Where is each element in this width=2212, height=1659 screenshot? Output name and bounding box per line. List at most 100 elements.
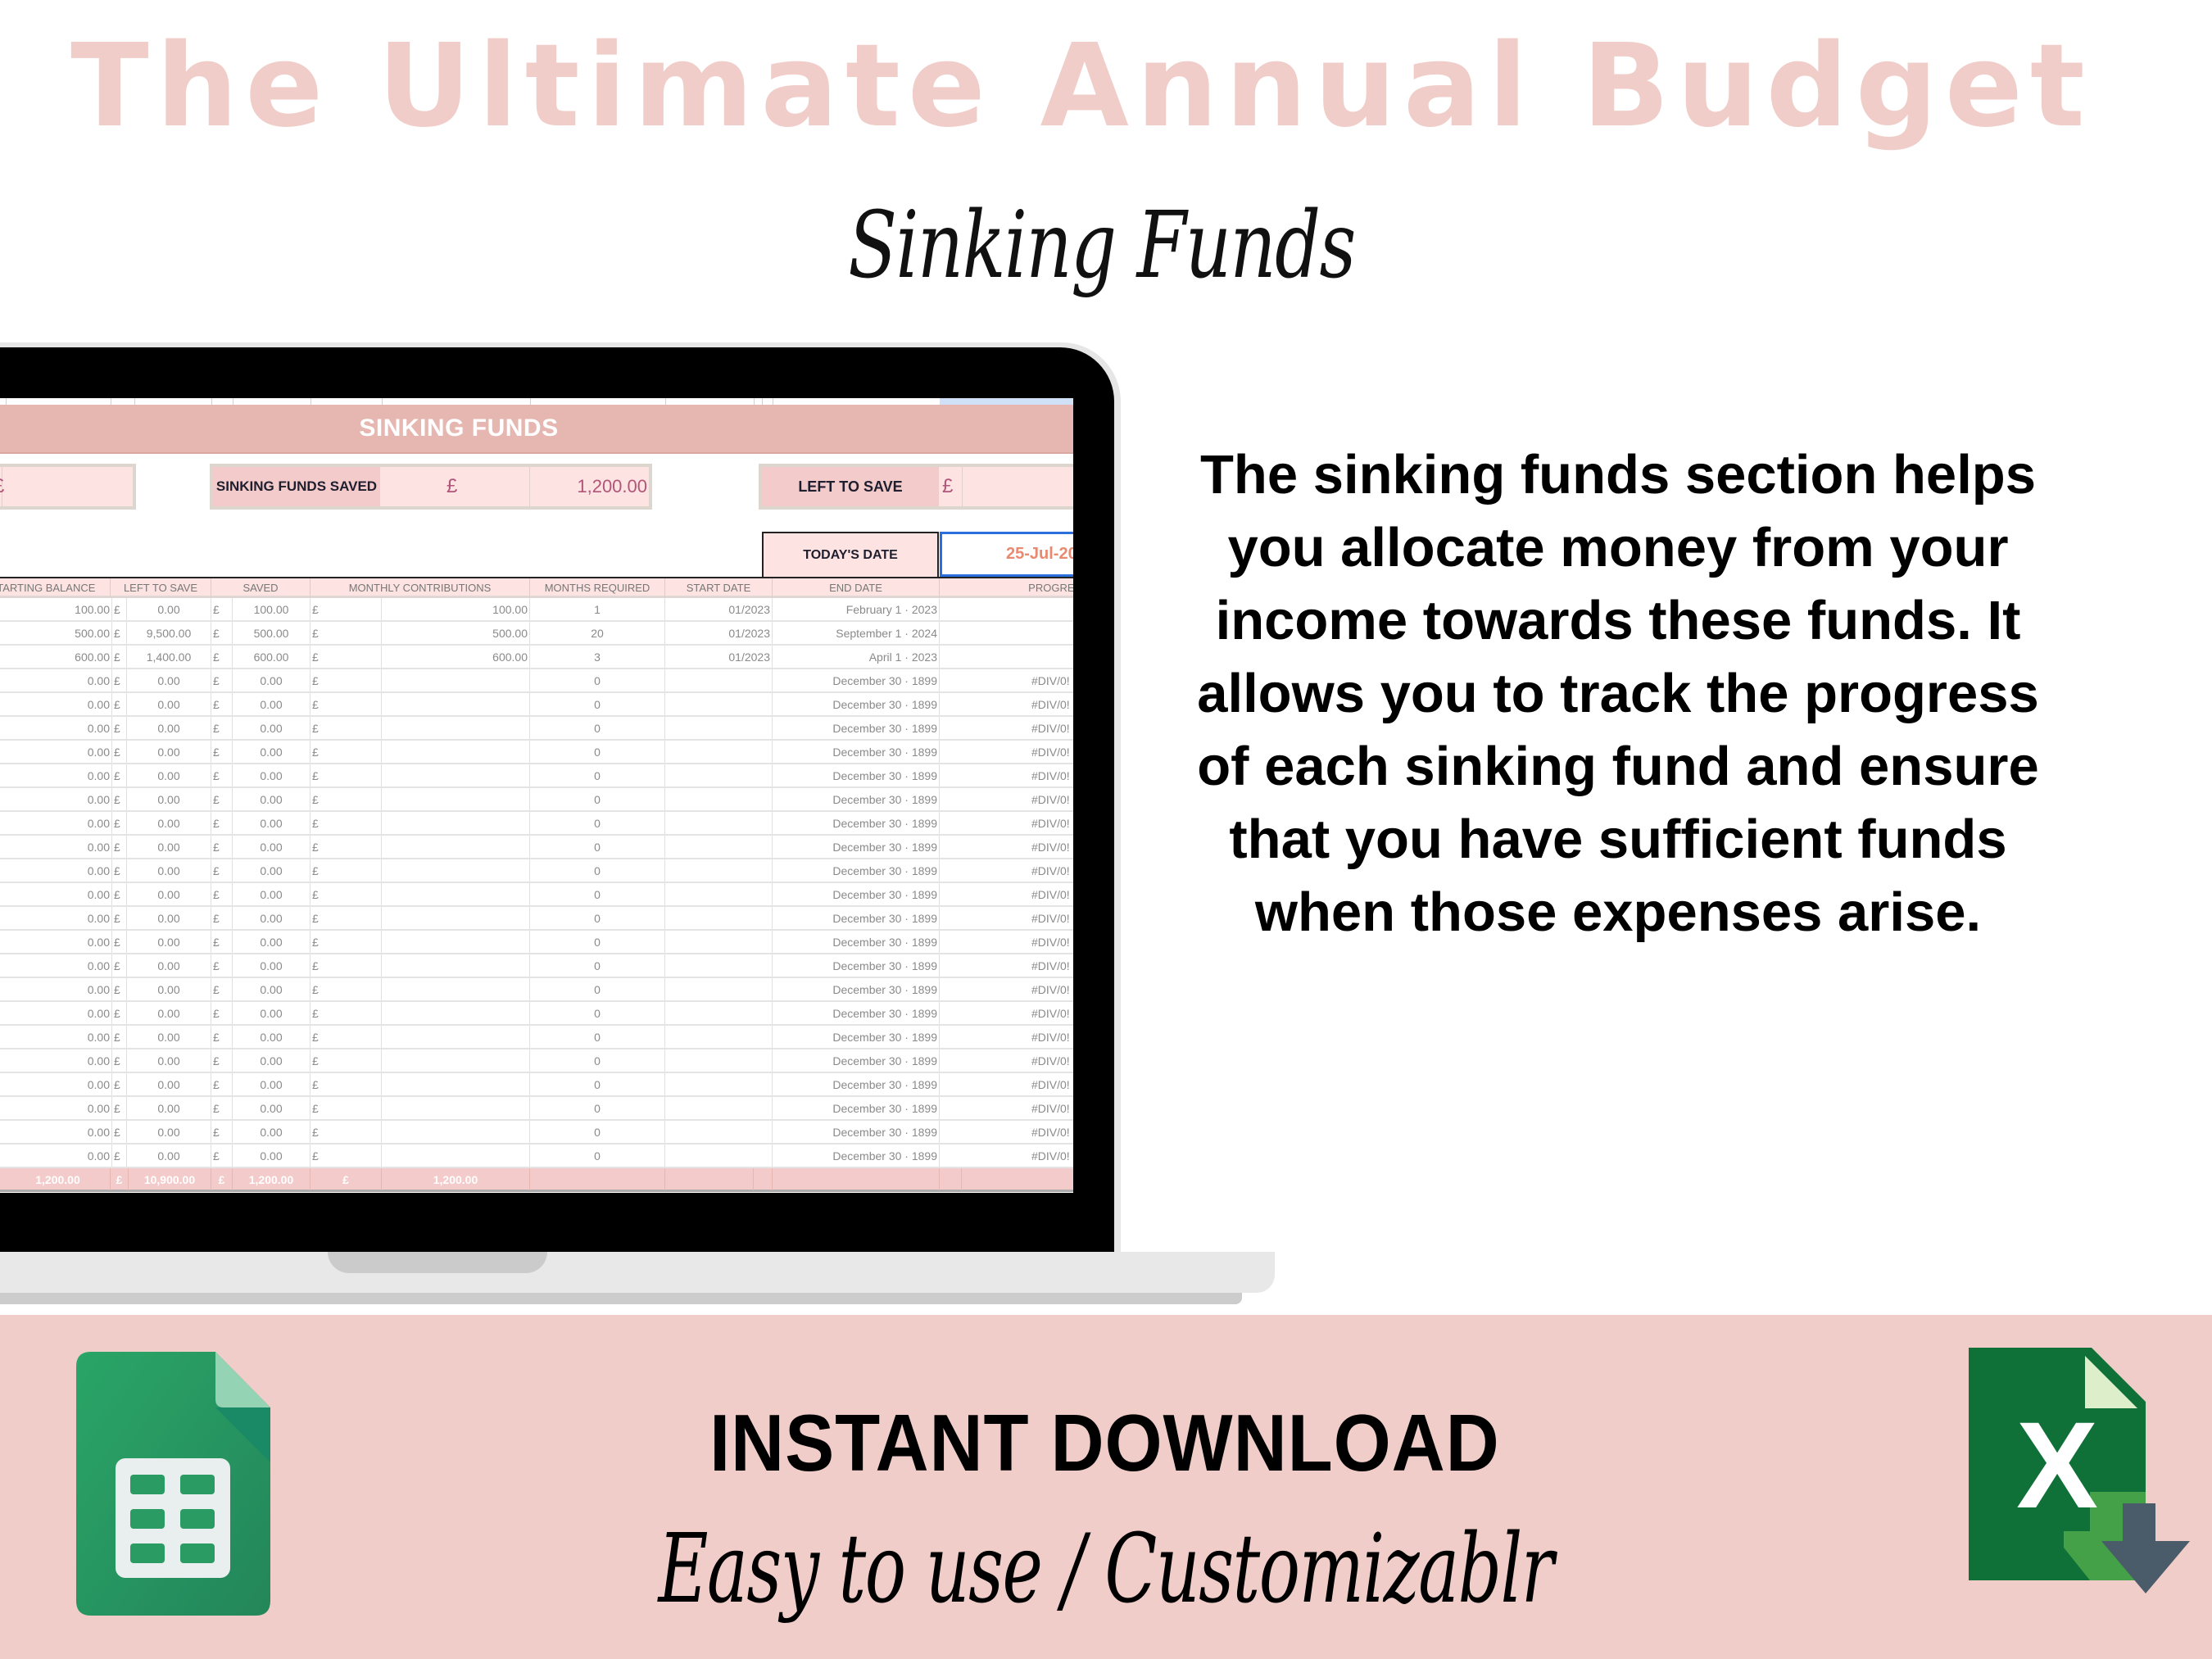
months-required-cell[interactable]: 0 bbox=[530, 883, 665, 905]
left-to-save-cell[interactable]: 0.00 bbox=[127, 907, 211, 929]
end-date-cell[interactable]: December 30 · 1899 bbox=[773, 859, 940, 882]
saved-cell[interactable]: 0.00 bbox=[233, 1073, 310, 1095]
starting-balance-cell[interactable]: 0.00 bbox=[0, 859, 112, 882]
months-required-cell[interactable]: 0 bbox=[530, 812, 665, 834]
saved-cell[interactable]: 0.00 bbox=[233, 859, 310, 882]
months-required-cell[interactable]: 0 bbox=[530, 931, 665, 953]
starting-balance-cell[interactable]: 0.00 bbox=[0, 1026, 112, 1048]
start-date-cell[interactable] bbox=[665, 1026, 773, 1048]
months-required-cell[interactable]: 0 bbox=[530, 693, 665, 715]
start-date-cell[interactable] bbox=[665, 1002, 773, 1024]
months-required-cell[interactable]: 0 bbox=[530, 741, 665, 763]
saved-cell[interactable]: 0.00 bbox=[233, 1145, 310, 1167]
starting-balance-cell[interactable]: 0.00 bbox=[0, 788, 112, 810]
left-to-save-cell[interactable]: 0.00 bbox=[127, 883, 211, 905]
starting-balance-cell[interactable]: 100.00 bbox=[0, 598, 112, 620]
start-date-cell[interactable] bbox=[665, 1121, 773, 1143]
months-required-cell[interactable]: 0 bbox=[530, 669, 665, 691]
start-date-cell[interactable] bbox=[665, 1073, 773, 1095]
left-to-save-cell[interactable]: 0.00 bbox=[127, 931, 211, 953]
starting-balance-cell[interactable]: 0.00 bbox=[0, 1145, 112, 1167]
left-to-save-cell[interactable]: 0.00 bbox=[127, 1097, 211, 1119]
monthly-contribution-cell[interactable]: 600.00 bbox=[382, 646, 530, 668]
monthly-contribution-cell[interactable] bbox=[382, 669, 530, 691]
left-to-save-cell[interactable]: 0.00 bbox=[127, 978, 211, 1000]
sinking-funds-saved-value[interactable]: 1,200.00 bbox=[533, 467, 647, 506]
starting-balance-cell[interactable]: 0.00 bbox=[0, 1073, 112, 1095]
progress-cell[interactable] bbox=[940, 646, 1073, 668]
saved-cell[interactable]: 0.00 bbox=[233, 907, 310, 929]
progress-cell[interactable]: #DIV/0! bbox=[940, 1121, 1073, 1143]
monthly-contribution-cell[interactable] bbox=[382, 1121, 530, 1143]
end-date-cell[interactable]: December 30 · 1899 bbox=[773, 1097, 940, 1119]
left-to-save-cell[interactable]: 0.00 bbox=[127, 1073, 211, 1095]
end-date-cell[interactable]: December 30 · 1899 bbox=[773, 717, 940, 739]
progress-cell[interactable]: #DIV/0! bbox=[940, 693, 1073, 715]
saved-cell[interactable]: 0.00 bbox=[233, 954, 310, 977]
end-date-cell[interactable]: December 30 · 1899 bbox=[773, 693, 940, 715]
left-to-save-cell[interactable]: 0.00 bbox=[127, 764, 211, 786]
monthly-contribution-cell[interactable]: 100.00 bbox=[382, 598, 530, 620]
end-date-cell[interactable]: December 30 · 1899 bbox=[773, 812, 940, 834]
end-date-cell[interactable]: September 1 · 2024 bbox=[773, 622, 940, 644]
end-date-cell[interactable]: December 30 · 1899 bbox=[773, 788, 940, 810]
left-to-save-cell[interactable]: 0.00 bbox=[127, 1049, 211, 1072]
end-date-cell[interactable]: December 30 · 1899 bbox=[773, 883, 940, 905]
months-required-cell[interactable]: 0 bbox=[530, 859, 665, 882]
progress-cell[interactable]: #DIV/0! bbox=[940, 883, 1073, 905]
saved-cell[interactable]: 0.00 bbox=[233, 741, 310, 763]
left-to-save-cell[interactable]: 0.00 bbox=[127, 1026, 211, 1048]
monthly-contribution-cell[interactable]: 500.00 bbox=[382, 622, 530, 644]
start-date-cell[interactable] bbox=[665, 954, 773, 977]
months-required-cell[interactable]: 0 bbox=[530, 1049, 665, 1072]
monthly-contribution-cell[interactable] bbox=[382, 764, 530, 786]
progress-cell[interactable]: #DIV/0! bbox=[940, 1026, 1073, 1048]
left-to-save-cell[interactable]: 0.00 bbox=[127, 954, 211, 977]
progress-cell[interactable]: #DIV/0! bbox=[940, 1002, 1073, 1024]
left-to-save-cell[interactable]: 0.00 bbox=[127, 1145, 211, 1167]
months-required-cell[interactable]: 0 bbox=[530, 954, 665, 977]
starting-balance-cell[interactable]: 0.00 bbox=[0, 883, 112, 905]
saved-cell[interactable]: 100.00 bbox=[233, 598, 310, 620]
months-required-cell[interactable]: 3 bbox=[530, 646, 665, 668]
starting-balance-cell[interactable]: 0.00 bbox=[0, 931, 112, 953]
left-to-save-cell[interactable]: 0.00 bbox=[127, 1002, 211, 1024]
months-required-cell[interactable]: 0 bbox=[530, 717, 665, 739]
starting-balance-cell[interactable]: 0.00 bbox=[0, 1121, 112, 1143]
progress-cell[interactable]: #DIV/0! bbox=[940, 836, 1073, 858]
start-date-cell[interactable] bbox=[665, 788, 773, 810]
months-required-cell[interactable]: 20 bbox=[530, 622, 665, 644]
months-required-cell[interactable]: 0 bbox=[530, 1121, 665, 1143]
months-required-cell[interactable]: 0 bbox=[530, 1002, 665, 1024]
left-to-save-cell[interactable]: 0.00 bbox=[127, 859, 211, 882]
progress-cell[interactable]: #DIV/0! bbox=[940, 859, 1073, 882]
start-date-cell[interactable] bbox=[665, 907, 773, 929]
months-required-cell[interactable]: 0 bbox=[530, 1097, 665, 1119]
months-required-cell[interactable]: 0 bbox=[530, 764, 665, 786]
header-progress[interactable]: PROGRESS bbox=[940, 578, 1073, 597]
months-required-cell[interactable]: 1 bbox=[530, 598, 665, 620]
left-to-save-cell[interactable]: 0.00 bbox=[127, 1121, 211, 1143]
starting-balance-cell[interactable]: 0.00 bbox=[0, 1002, 112, 1024]
header-monthly-contributions[interactable]: MONTHLY CONTRIBUTIONS bbox=[310, 578, 530, 597]
monthly-contribution-cell[interactable] bbox=[382, 907, 530, 929]
saved-cell[interactable]: 0.00 bbox=[233, 1097, 310, 1119]
progress-cell[interactable]: #DIV/0! bbox=[940, 1073, 1073, 1095]
saved-cell[interactable]: 0.00 bbox=[233, 812, 310, 834]
progress-cell[interactable]: #DIV/0! bbox=[940, 764, 1073, 786]
progress-cell[interactable]: #DIV/0! bbox=[940, 1049, 1073, 1072]
header-end-date[interactable]: END DATE bbox=[773, 578, 940, 597]
saved-cell[interactable]: 0.00 bbox=[233, 931, 310, 953]
months-required-cell[interactable]: 0 bbox=[530, 907, 665, 929]
months-required-cell[interactable]: 0 bbox=[530, 1026, 665, 1048]
start-date-cell[interactable] bbox=[665, 741, 773, 763]
end-date-cell[interactable]: December 30 · 1899 bbox=[773, 907, 940, 929]
start-date-cell[interactable] bbox=[665, 978, 773, 1000]
end-date-cell[interactable]: December 30 · 1899 bbox=[773, 1145, 940, 1167]
progress-cell[interactable] bbox=[940, 598, 1073, 620]
start-date-cell[interactable]: 01/2023 bbox=[665, 622, 773, 644]
monthly-contribution-cell[interactable] bbox=[382, 693, 530, 715]
saved-cell[interactable]: 0.00 bbox=[233, 693, 310, 715]
monthly-contribution-cell[interactable] bbox=[382, 1002, 530, 1024]
monthly-contribution-cell[interactable] bbox=[382, 836, 530, 858]
